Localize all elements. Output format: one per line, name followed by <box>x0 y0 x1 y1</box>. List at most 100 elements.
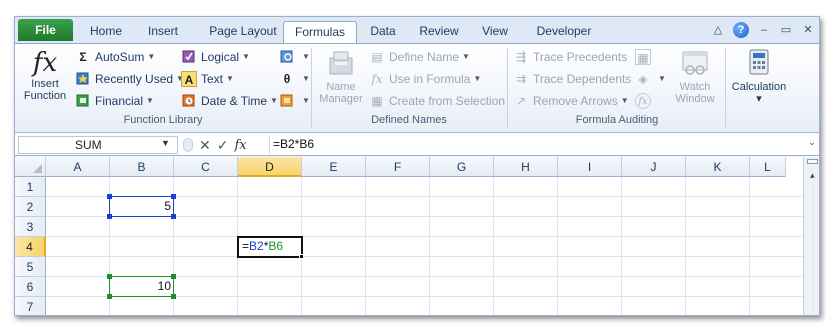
row-header-7[interactable]: 7 <box>15 297 46 315</box>
worksheet-grid[interactable]: ▲ A B C D E F G H I J K L 1 2 3 4 5 6 7 5 10 =B2*B6 <box>15 157 819 315</box>
cancel-icon[interactable]: ✕ <box>199 137 211 154</box>
tab-insert[interactable]: Insert <box>139 21 187 43</box>
evaluate-formula-icon: fx <box>635 93 651 109</box>
column-header-g[interactable]: G <box>430 157 494 177</box>
formula-bar-resize-handle[interactable] <box>183 138 193 152</box>
select-all-button[interactable] <box>15 157 46 177</box>
range-resize-handle[interactable] <box>171 294 176 299</box>
group-divider <box>725 48 726 128</box>
name-box[interactable]: SUM <box>18 136 178 154</box>
fill-handle[interactable] <box>299 254 304 259</box>
range-resize-handle[interactable] <box>107 194 112 199</box>
column-header-e[interactable]: E <box>302 157 366 177</box>
name-manager-button[interactable]: Name Manager <box>315 48 367 105</box>
function-library-group-label: Function Library <box>123 114 203 126</box>
recently-used-button[interactable]: Recently Used ▼ <box>75 70 184 88</box>
row-header-5[interactable]: 5 <box>15 257 46 277</box>
insert-function-icon[interactable]: fx <box>234 138 246 153</box>
date-time-button[interactable]: Date & Time ▼ <box>181 92 278 110</box>
row-header-4[interactable]: 4 <box>15 237 46 257</box>
use-in-formula-label: Use in Formula <box>389 72 471 86</box>
star-book-icon <box>75 71 91 87</box>
row-header-2[interactable]: 2 <box>15 197 46 217</box>
chevron-down-icon[interactable]: ▼ <box>161 138 170 148</box>
formula-token-ref1: B2 <box>249 239 264 253</box>
column-header-d[interactable]: D <box>238 157 302 177</box>
show-formulas-button[interactable]: ▦ <box>635 48 655 66</box>
help-icon[interactable]: ? <box>733 22 749 38</box>
range-resize-handle[interactable] <box>107 274 112 279</box>
trace-precedents-button[interactable]: ⇶ Trace Precedents <box>513 48 627 66</box>
tab-formulas[interactable]: Formulas <box>283 21 357 43</box>
text-book-icon: A <box>181 71 197 87</box>
range-resize-handle[interactable] <box>107 214 112 219</box>
enter-icon[interactable]: ✓ <box>217 137 229 154</box>
financial-button[interactable]: Financial ▼ <box>75 92 154 110</box>
financial-book-icon <box>75 93 91 109</box>
split-handle[interactable] <box>807 159 818 164</box>
define-name-icon: ▤ <box>371 50 383 64</box>
range-resize-handle[interactable] <box>171 194 176 199</box>
watch-window-button[interactable]: Watch Window <box>669 48 721 105</box>
close-window-icon[interactable]: ✕ <box>801 23 815 37</box>
column-header-k[interactable]: K <box>686 157 750 177</box>
fx-icon: fx <box>32 48 58 78</box>
column-header-h[interactable]: H <box>494 157 558 177</box>
column-header-j[interactable]: J <box>622 157 686 177</box>
range-resize-handle[interactable] <box>171 274 176 279</box>
column-header-i[interactable]: I <box>558 157 622 177</box>
text-button[interactable]: A Text ▼ <box>181 70 234 88</box>
row-header-1[interactable]: 1 <box>15 177 46 197</box>
range-resize-handle[interactable] <box>107 294 112 299</box>
lookup-reference-button[interactable]: ▼ <box>279 48 310 66</box>
watch-window-icon <box>682 51 708 75</box>
calculation-options-button[interactable]: Calculation ▾ <box>727 48 791 105</box>
create-from-selection-button[interactable]: ▦ Create from Selection <box>369 92 505 110</box>
tab-review[interactable]: Review <box>413 21 465 43</box>
recently-used-label: Recently Used <box>95 72 174 86</box>
more-functions-button[interactable]: ▼ <box>279 92 310 110</box>
formula-auditing-group-label: Formula Auditing <box>575 114 659 126</box>
minimize-window-icon[interactable]: – <box>757 23 771 37</box>
chevron-down-icon: ▼ <box>620 96 629 105</box>
column-header-b[interactable]: B <box>110 157 174 177</box>
chevron-down-icon: ▾ <box>756 93 762 105</box>
tab-developer[interactable]: Developer <box>527 21 601 43</box>
math-trig-button[interactable]: θ ▼ <box>279 70 310 88</box>
logical-button[interactable]: Logical ▼ <box>181 48 250 66</box>
restore-window-icon[interactable]: ▭ <box>779 23 793 37</box>
reference-range-b2[interactable] <box>109 196 174 217</box>
column-header-a[interactable]: A <box>46 157 110 177</box>
range-resize-handle[interactable] <box>171 214 176 219</box>
sigma-icon: Σ <box>79 50 87 64</box>
autosum-button[interactable]: Σ AutoSum ▼ <box>75 48 155 66</box>
use-in-formula-button[interactable]: fx Use in Formula ▼ <box>369 70 481 88</box>
remove-arrows-button[interactable]: ↗ Remove Arrows ▼ <box>513 92 629 110</box>
active-cell-d4[interactable]: =B2*B6 <box>237 236 303 258</box>
trace-dependents-label: Trace Dependents <box>533 72 632 86</box>
row-header-3[interactable]: 3 <box>15 217 46 237</box>
minimize-ribbon-icon[interactable]: △ <box>711 23 725 37</box>
formula-input[interactable]: =B2*B6 <box>269 136 801 154</box>
trace-dependents-button[interactable]: ⇉ Trace Dependents <box>513 70 631 88</box>
reference-range-b6[interactable] <box>109 276 174 297</box>
watch-window-label-1: Watch <box>679 81 711 93</box>
define-name-button[interactable]: ▤ Define Name ▼ <box>369 48 470 66</box>
evaluate-formula-button[interactable]: fx <box>635 92 655 110</box>
column-header-l[interactable]: L <box>750 157 786 177</box>
insert-function-label-1: Insert <box>31 78 59 90</box>
tab-view[interactable]: View <box>475 21 515 43</box>
tab-data[interactable]: Data <box>363 21 403 43</box>
column-header-c[interactable]: C <box>174 157 238 177</box>
vertical-scrollbar[interactable]: ▲ <box>803 157 819 315</box>
error-checking-button[interactable]: ◈ ▼ <box>635 70 666 88</box>
column-header-f[interactable]: F <box>366 157 430 177</box>
define-name-label: Define Name <box>389 50 460 64</box>
insert-function-button[interactable]: fx Insert Function <box>19 48 71 102</box>
cell-edit-text[interactable]: =B2*B6 <box>239 238 286 258</box>
tab-page-layout[interactable]: Page Layout <box>197 21 289 43</box>
expand-formula-bar-icon[interactable]: ⌄ <box>805 137 819 153</box>
tab-file[interactable]: File <box>18 19 73 41</box>
row-header-6[interactable]: 6 <box>15 277 46 297</box>
tab-home[interactable]: Home <box>83 21 129 43</box>
